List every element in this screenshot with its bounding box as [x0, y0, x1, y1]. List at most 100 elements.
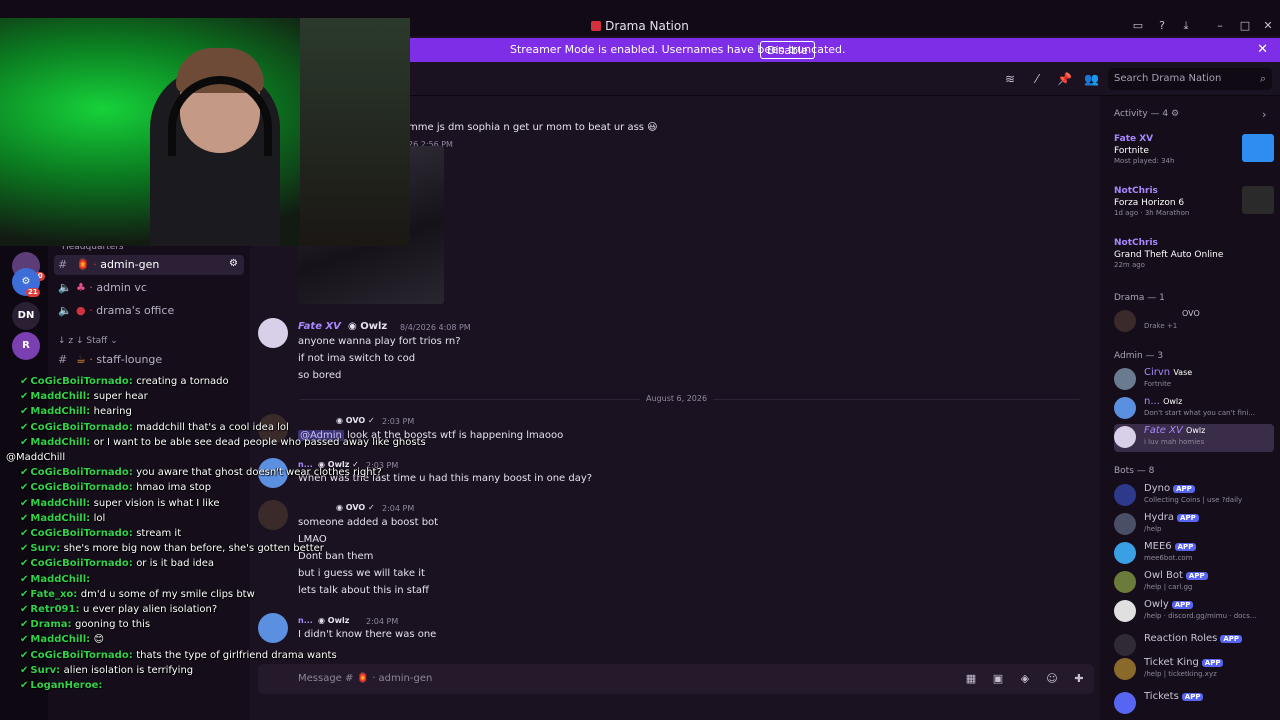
role-header-bots: Bots — 8: [1114, 466, 1155, 476]
server-icon-4[interactable]: R: [12, 332, 40, 360]
webcam-overlay: [0, 18, 410, 246]
minimize-icon[interactable]: –: [1214, 20, 1226, 32]
help-icon[interactable]: ?: [1156, 20, 1168, 32]
chat-line: ✔ Surv: she's more big now than before, s…: [20, 543, 324, 554]
member-item[interactable]: Owly APP/help · discord.gg/mimu · docs...: [1114, 598, 1274, 626]
chat-line: ✔ MaddChill: 😊: [20, 634, 104, 645]
chat-text: hmao ima stop: [136, 482, 212, 494]
chat-username: MaddChill:: [30, 634, 94, 646]
chat-text: alien isolation is terrifying: [63, 664, 194, 676]
discord-window: Drama Nation ▭ ? ⤓ – □ ✕ Streamer Mode i…: [0, 0, 1280, 720]
chat-line: ✔ MaddChill: or I want to be able see dea…: [20, 437, 426, 448]
chat-line: ✔ MaddChill:: [20, 574, 90, 585]
badge-icon: ✔: [20, 543, 29, 555]
member-item[interactable]: MEE6 APP mee6bot.com: [1114, 540, 1274, 568]
channel-staff-lounge[interactable]: # ☕ · staff-lounge: [58, 353, 162, 373]
avatar: [1114, 368, 1136, 390]
emoji-icon[interactable]: ☺: [1045, 672, 1059, 686]
message-composer[interactable]: Message # 🏮 · admin-gen ▦ ▣ ◈ ☺ ✚: [258, 664, 1094, 694]
member-item[interactable]: Dyno APP Collecting Coins | use ?daily: [1114, 482, 1274, 510]
chat-text: u ever play alien isolation?: [82, 604, 218, 615]
inbox-icon[interactable]: ▭: [1132, 20, 1144, 32]
message-line: if not ima switch to cod: [298, 353, 416, 364]
chat-line: ✔ MaddChill: lol: [20, 513, 105, 524]
activity-header[interactable]: Activity — 4 ⚙: [1114, 109, 1179, 119]
activity-card[interactable]: NotChris Forza Horizon 6 1d ago · 3h Mar…: [1114, 186, 1274, 217]
close-window-icon[interactable]: ✕: [1262, 20, 1274, 32]
chat-text: 😊: [93, 634, 105, 646]
member-item[interactable]: OVO Drake +1: [1114, 308, 1274, 336]
message-timestamp: 8/4/2026 4:08 PM: [400, 323, 471, 332]
pin-icon[interactable]: 📌: [1057, 72, 1072, 86]
threads-icon[interactable]: ≋: [1003, 72, 1017, 86]
chat-line: ✔ Fate_xo: dm'd u some of my smile clips …: [20, 589, 255, 600]
role-header-drama: Drama — 1: [1114, 293, 1165, 303]
member-item[interactable]: Ticket King APP/help | ticketking.xyz: [1114, 656, 1274, 684]
maximize-icon[interactable]: □: [1239, 20, 1251, 32]
badge-icon: ✔: [20, 664, 29, 676]
chat-username: MaddChill:: [30, 406, 94, 418]
activity-card[interactable]: Fate XV Fortnite Most played: 34h: [1114, 134, 1274, 165]
member-item-selected[interactable]: Fate XV Owlz i luv mah homies: [1114, 424, 1274, 452]
chat-text: she's more big now than before, she's go…: [63, 543, 324, 555]
chat-username: MaddChill:: [30, 497, 94, 509]
member-item[interactable]: n... Owlz Don't start what you can't fin…: [1114, 395, 1274, 423]
download-icon[interactable]: ⤓: [1180, 20, 1192, 32]
badge-icon: ✔: [20, 573, 29, 585]
chat-username: Fate_xo:: [30, 588, 81, 600]
member-item[interactable]: Cirvn Vase Fortnite: [1114, 366, 1274, 394]
channel-dramas-office[interactable]: 🔈 ● · drama's office: [58, 304, 174, 324]
sticker-icon[interactable]: ◈: [1018, 672, 1032, 686]
activity-card[interactable]: NotChris Grand Theft Auto Online 22m ago: [1114, 238, 1274, 269]
member-item[interactable]: Owl Bot APP/help | carl.gg: [1114, 569, 1274, 597]
search-input[interactable]: Search Drama Nation ⌕: [1108, 68, 1272, 90]
chat-line: ✔ CoGicBoiiTornado: hmao ima stop: [20, 482, 211, 493]
chat-username: CoGicBoiiTornado:: [30, 558, 137, 570]
message-author[interactable]: Fate XV: [298, 321, 341, 332]
badge-icon: ✔: [20, 482, 29, 494]
gif-icon[interactable]: ▣: [991, 672, 1005, 686]
chat-line: ✔ CoGicBoiiTornado: stream it: [20, 528, 181, 539]
chat-line: ✔ Surv: alien isolation is terrifying: [20, 665, 193, 676]
mute-bell-icon[interactable]: ⁄: [1030, 72, 1044, 86]
close-banner-icon[interactable]: ✕: [1257, 42, 1268, 57]
settings-icon[interactable]: ⚙: [229, 258, 238, 269]
badge-icon: ✔: [20, 558, 29, 570]
apps-icon[interactable]: ✚: [1072, 672, 1086, 686]
chat-text: super hear: [93, 391, 148, 403]
chat-line: ✔ Retr091: u ever play alien isolation?: [20, 604, 217, 615]
chat-line: ✔ Drama: gooning to this: [20, 619, 150, 630]
chat-username: LoganHeroe:: [30, 680, 103, 691]
server-icon-drama-nation[interactable]: DN: [12, 302, 40, 330]
member-item[interactable]: Tickets APP: [1114, 690, 1274, 718]
server-icon-2[interactable]: ⚙ 21: [12, 268, 40, 297]
chat-username: CoGicBoiiTornado:: [30, 467, 137, 479]
disable-button[interactable]: Disable: [760, 41, 815, 59]
badge-icon: ✔: [20, 436, 29, 448]
chevron-right-icon[interactable]: ›: [1262, 108, 1266, 121]
chat-line: ✔ CoGicBoiiTornado: or is it bad idea: [20, 558, 214, 569]
chat-username: Retr091:: [30, 604, 83, 615]
avatar[interactable]: [258, 318, 288, 348]
hash-icon: #: [58, 258, 68, 271]
gift-icon[interactable]: ▦: [964, 672, 978, 686]
channel-admin-gen[interactable]: # 🏮 · admin-gen ⚙: [54, 255, 244, 275]
chat-username: Drama:: [30, 619, 76, 631]
chat-username: MaddChill:: [30, 391, 94, 403]
chat-text: lol: [93, 512, 106, 524]
chat-text: gooning to this: [75, 619, 151, 631]
message-text: mme js dm sophia n get ur mom to beat ur…: [408, 122, 658, 133]
badge-icon: ✔: [20, 376, 29, 387]
game-thumbnail: [1242, 134, 1274, 162]
chat-username: CoGicBoiiTornado:: [30, 421, 137, 433]
chat-text: super vision is what I like: [93, 497, 220, 509]
member-list-icon[interactable]: 👥: [1084, 72, 1099, 86]
channel-admin-vc[interactable]: 🔈 ♣ · admin vc: [58, 281, 147, 301]
lantern-icon: 🏮 ·: [76, 258, 97, 271]
member-item[interactable]: Hydra APP/help: [1114, 511, 1274, 539]
chat-text: stream it: [136, 528, 182, 539]
chat-username: CoGicBoiiTornado:: [30, 376, 137, 387]
badge-icon: ✔: [20, 634, 29, 646]
category-staff[interactable]: ↓ z ↓ Staff ⌄: [58, 336, 118, 346]
chat-text: hearing: [93, 406, 132, 418]
